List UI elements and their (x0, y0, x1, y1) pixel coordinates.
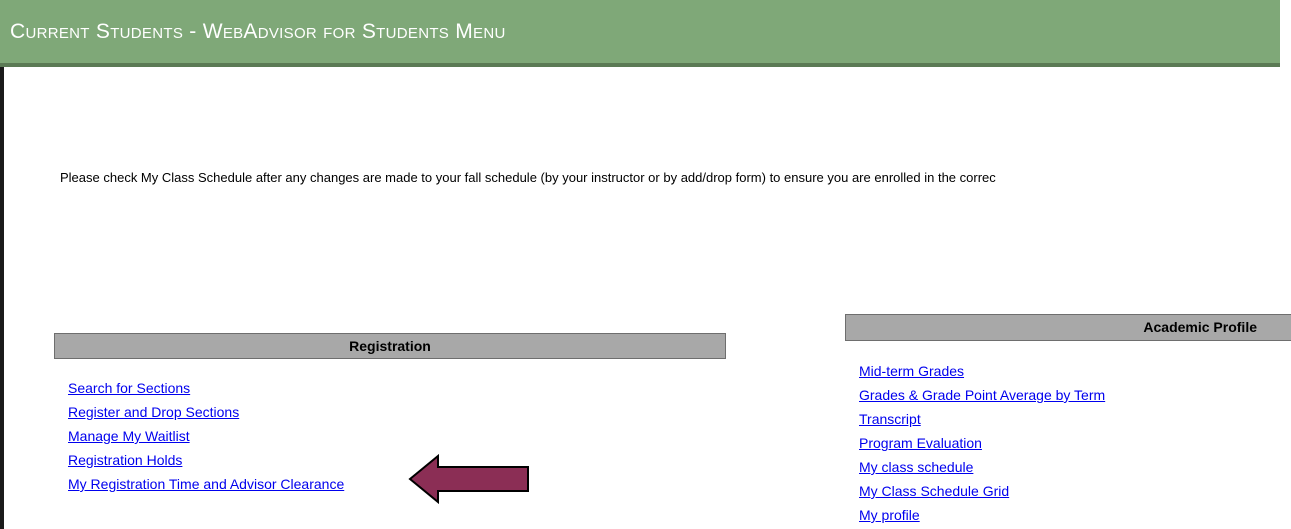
my-class-schedule-grid-link[interactable]: My Class Schedule Grid (859, 483, 1009, 499)
grades-gpa-by-term-link[interactable]: Grades & Grade Point Average by Term (859, 387, 1105, 403)
list-item: My Registration Time and Advisor Clearan… (68, 472, 344, 496)
list-item: Grades & Grade Point Average by Term (859, 383, 1105, 407)
webadvisor-page: Current Students - WebAdvisor for Studen… (0, 0, 1291, 529)
left-border (0, 67, 4, 529)
mid-term-grades-link[interactable]: Mid-term Grades (859, 363, 964, 379)
my-class-schedule-link[interactable]: My class schedule (859, 459, 973, 475)
schedule-notice: Please check My Class Schedule after any… (60, 170, 996, 185)
list-item: Registration Holds (68, 448, 344, 472)
list-item: Search for Sections (68, 376, 344, 400)
list-item: Mid-term Grades (859, 359, 1105, 383)
academic-profile-links: Mid-term Grades Grades & Grade Point Ave… (859, 359, 1105, 527)
transcript-link[interactable]: Transcript (859, 411, 921, 427)
program-evaluation-link[interactable]: Program Evaluation (859, 435, 982, 451)
registration-time-advisor-clearance-link[interactable]: My Registration Time and Advisor Clearan… (68, 476, 344, 492)
registration-links: Search for Sections Register and Drop Se… (68, 376, 344, 496)
register-and-drop-sections-link[interactable]: Register and Drop Sections (68, 404, 239, 420)
list-item: My profile (859, 503, 1105, 527)
list-item: Transcript (859, 407, 1105, 431)
list-item: Register and Drop Sections (68, 400, 344, 424)
list-item: Program Evaluation (859, 431, 1105, 455)
manage-my-waitlist-link[interactable]: Manage My Waitlist (68, 428, 190, 444)
list-item: My Class Schedule Grid (859, 479, 1105, 503)
left-arrow-icon (408, 454, 529, 504)
academic-profile-header: Academic Profile (845, 314, 1291, 341)
registration-title: Registration (349, 338, 431, 354)
search-for-sections-link[interactable]: Search for Sections (68, 380, 190, 396)
academic-profile-title: Academic Profile (1143, 319, 1257, 335)
registration-header: Registration (54, 333, 726, 359)
list-item: My class schedule (859, 455, 1105, 479)
list-item: Manage My Waitlist (68, 424, 344, 448)
registration-holds-link[interactable]: Registration Holds (68, 452, 182, 468)
page-header: Current Students - WebAdvisor for Studen… (0, 0, 1280, 67)
page-title: Current Students - WebAdvisor for Studen… (10, 20, 506, 43)
my-profile-link[interactable]: My profile (859, 507, 920, 523)
